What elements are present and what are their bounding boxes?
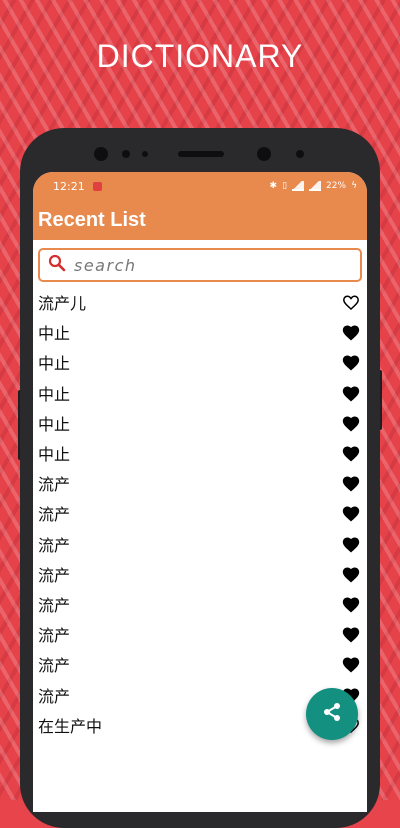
search-bar[interactable] [38, 248, 362, 282]
earpiece-speaker [178, 151, 224, 157]
share-icon [321, 701, 343, 727]
heart-icon[interactable] [341, 352, 361, 372]
status-time: 12:21 [53, 179, 85, 193]
list-item[interactable]: 流产儿 [33, 287, 367, 317]
banner-title: DICTIONARY [96, 38, 304, 74]
list-item[interactable]: 流产 [33, 649, 367, 679]
word-label: 流产 [38, 535, 71, 555]
sensor-icon [142, 151, 148, 157]
word-label: 流产 [38, 595, 71, 615]
status-bar: 12:21 ✱ ▯ 22% ϟ [33, 172, 367, 200]
word-label: 中止 [38, 384, 71, 404]
search-icon [48, 254, 66, 276]
word-label: 在生产中 [38, 716, 103, 736]
search-input[interactable] [72, 254, 336, 276]
word-label: 流产 [38, 565, 71, 585]
heart-icon[interactable] [341, 443, 361, 463]
list-item[interactable]: 中止 [33, 347, 367, 377]
heart-icon[interactable] [341, 413, 361, 433]
list-item[interactable]: 流产 [33, 468, 367, 498]
status-icons: ✱ ▯ 22% ϟ [270, 181, 357, 191]
app-bar: Recent List [33, 200, 367, 240]
heart-icon[interactable] [341, 383, 361, 403]
word-label: 流产儿 [38, 294, 87, 314]
heart-icon[interactable] [341, 322, 361, 342]
heart-icon[interactable] [341, 534, 361, 554]
heart-icon[interactable] [341, 292, 361, 312]
heart-icon[interactable] [341, 654, 361, 674]
word-label: 流产 [38, 626, 71, 646]
share-button[interactable] [306, 688, 358, 740]
list-item[interactable]: 中止 [33, 317, 367, 347]
heart-icon[interactable] [341, 594, 361, 614]
list-item[interactable]: 中止 [33, 438, 367, 468]
sensor-icon [122, 150, 130, 158]
word-label: 中止 [38, 414, 71, 434]
signal-icon [309, 181, 322, 191]
camera-icon [94, 147, 108, 161]
heart-icon[interactable] [341, 503, 361, 523]
recent-list: 流产儿 中止 中止 中止 中止 中止 流产 流产 流产 流产 流产 流产 流产 流产 在生产中 [33, 287, 367, 740]
heart-icon[interactable] [341, 624, 361, 644]
front-camera-icon [257, 147, 271, 161]
list-item[interactable]: 中止 [33, 378, 367, 408]
word-label: 中止 [38, 354, 71, 374]
notification-icon [92, 181, 102, 191]
word-label: 中止 [38, 324, 71, 344]
battery-level: 22% [326, 181, 347, 191]
list-item[interactable]: 流产 [33, 498, 367, 528]
word-label: 中止 [38, 445, 71, 465]
bluetooth-icon: ✱ [269, 181, 278, 191]
signal-icon [292, 181, 305, 191]
list-item[interactable]: 流产 [33, 529, 367, 559]
word-label: 流产 [38, 686, 71, 706]
heart-icon[interactable] [341, 473, 361, 493]
vibrate-icon: ▯ [282, 181, 288, 191]
word-label: 流产 [38, 656, 71, 676]
sensor-icon [296, 150, 304, 158]
heart-icon[interactable] [341, 564, 361, 584]
word-label: 流产 [38, 475, 71, 495]
list-item[interactable]: 流产 [33, 619, 367, 649]
charging-icon: ϟ [351, 181, 357, 191]
page-title: Recent List [38, 208, 146, 231]
word-label: 流产 [38, 505, 71, 525]
list-item[interactable]: 中止 [33, 408, 367, 438]
list-item[interactable]: 流产 [33, 559, 367, 589]
list-item[interactable]: 流产 [33, 589, 367, 619]
